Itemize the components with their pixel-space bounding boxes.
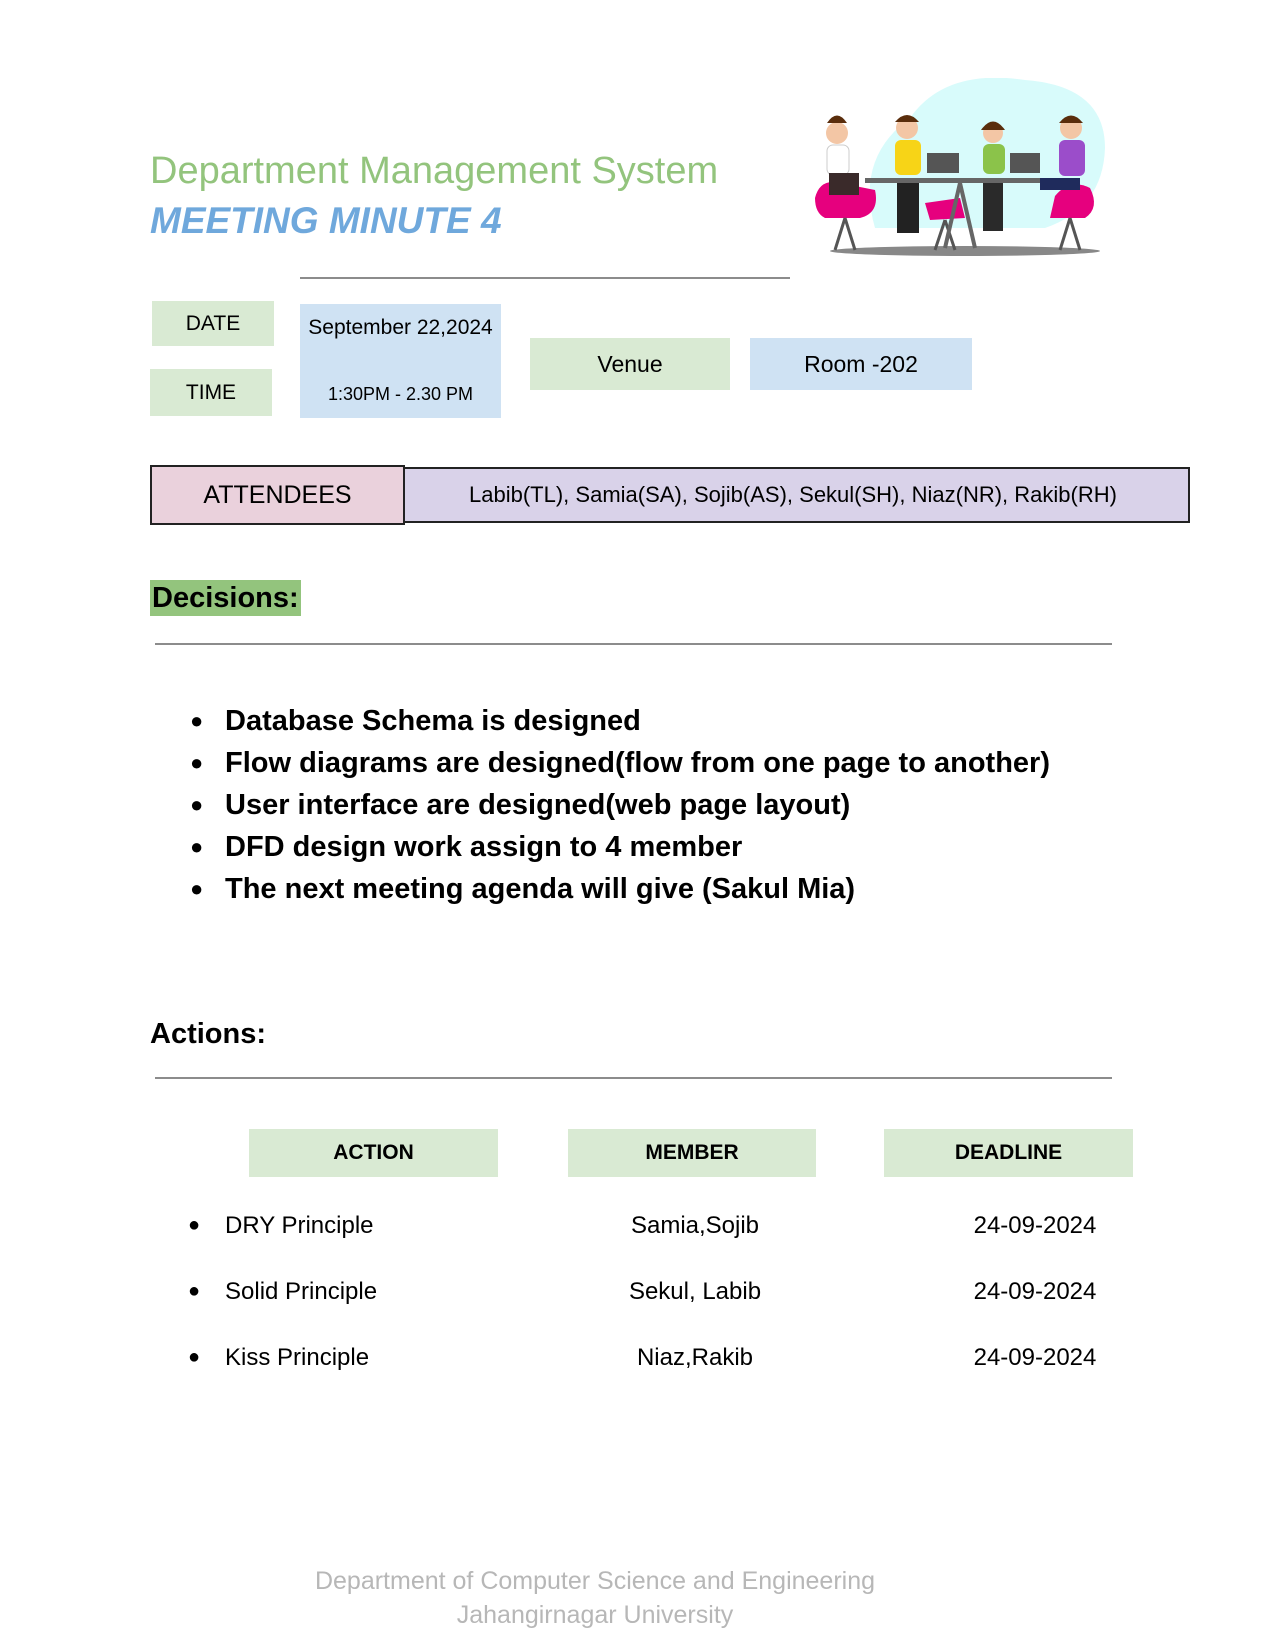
list-item: ● The next meeting agenda will give (Saku… [190,873,856,905]
document-title: Department Management System [150,150,719,192]
attendees-value: Labib(TL), Samia(SA), Sojib(AS), Sekul(S… [396,467,1190,523]
decisions-divider [155,643,1112,645]
venue-value: Room -202 [750,338,972,390]
actions-heading: Actions: [150,1018,266,1050]
list-item: ● DFD design work assign to 4 member [190,831,743,863]
table-row: ● Solid Principle Sekul, Labib 24-09-202… [0,1278,1275,1318]
decisions-heading: Decisions: [150,580,301,616]
date-label: DATE [152,301,274,346]
action-cell: DRY Principle [225,1212,374,1239]
list-item: ● Flow diagrams are designed(flow from on… [190,747,1050,779]
footer: Department of Computer Science and Engin… [250,1564,940,1632]
deadline-column-header: DEADLINE [884,1129,1133,1177]
date-time-panel: September 22,2024 1:30PM - 2.30 PM [300,304,501,418]
list-item: ● User interface are designed(web page la… [190,789,851,821]
decision-list: ● Database Schema is designed ● Flow diagr… [190,700,1050,910]
table-row: ● Kiss Principle Niaz,Rakib 24-09-2024 [0,1344,1275,1384]
action-column-header: ACTION [249,1129,498,1177]
member-cell: Sekul, Labib [628,1278,762,1305]
venue-label: Venue [530,338,730,390]
deadline-cell: 24-09-2024 [973,1344,1097,1371]
deadline-cell: 24-09-2024 [973,1212,1097,1239]
title-divider [300,277,790,279]
attendees-label: ATTENDEES [150,465,405,525]
meeting-minute-title: MEETING MINUTE 4 [150,200,502,241]
footer-department: Department of Computer Science and Engin… [314,1567,876,1595]
member-cell: Niaz,Rakib [636,1344,754,1371]
actions-divider [155,1077,1112,1079]
time-label: TIME [150,369,272,416]
list-item: ● Database Schema is designed [190,705,641,737]
table-row: ● DRY Principle Samia,Sojib 24-09-2024 [0,1212,1275,1252]
date-value: September 22,2024 [308,316,493,339]
meeting-illustration [815,78,1105,256]
member-column-header: MEMBER [568,1129,816,1177]
deadline-cell: 24-09-2024 [973,1278,1097,1305]
footer-university: Jahangirnagar University [456,1601,734,1629]
member-cell: Samia,Sojib [630,1212,760,1239]
action-cell: Solid Principle [225,1278,378,1305]
time-value: 1:30PM - 2.30 PM [327,384,474,404]
action-cell: Kiss Principle [225,1344,370,1371]
